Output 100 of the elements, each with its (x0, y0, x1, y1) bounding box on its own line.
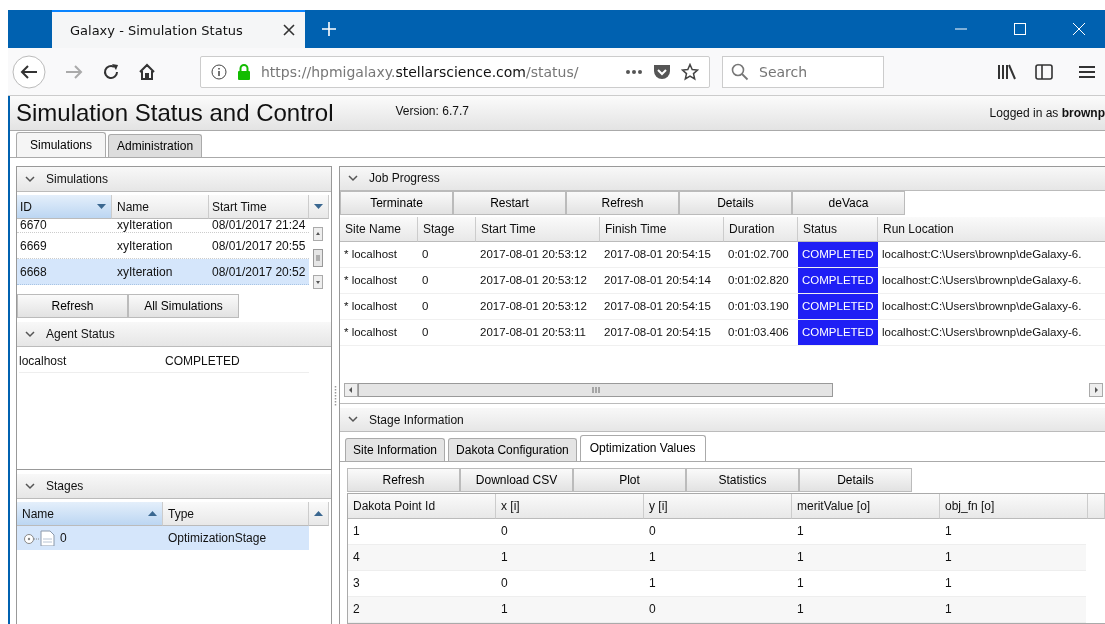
column-header[interactable]: meritValue [o] (792, 494, 940, 519)
column-menu[interactable] (309, 195, 329, 219)
lock-icon (237, 63, 251, 80)
chevron-icon (25, 330, 35, 338)
table-cell-text: xyIteration (116, 264, 174, 279)
sort-descending-icon (97, 204, 106, 209)
back-icon[interactable] (12, 54, 46, 89)
toolbar-button[interactable]: Refresh (17, 294, 128, 318)
column-header[interactable]: Duration (724, 216, 798, 242)
panel-header[interactable]: Simulations (17, 167, 331, 192)
column-header[interactable]: Stage (418, 216, 476, 242)
info-icon[interactable] (211, 63, 227, 80)
scroll-thumb-icon[interactable] (313, 249, 323, 267)
column-header[interactable]: Name (112, 195, 209, 219)
scroll-down-icon[interactable] (313, 275, 323, 289)
tab[interactable]: Optimization Values (579, 435, 706, 461)
more-icon[interactable] (625, 68, 643, 75)
toolbar-button[interactable]: deVaca (792, 190, 905, 215)
table-row[interactable]: 6670 xyIteration 08/01/2017 21:24 (17, 219, 309, 233)
table-cell-text: OptimizationStage (167, 531, 268, 545)
table-cell-text: 3 (352, 576, 361, 591)
column-header (1088, 494, 1105, 519)
toolbar-button[interactable]: Refresh (347, 468, 460, 492)
home-icon[interactable] (138, 62, 156, 81)
column-header[interactable]: Run Location (878, 216, 1105, 242)
column-header[interactable]: ID (17, 195, 112, 219)
panel-header[interactable]: Stages (17, 474, 331, 499)
panel-title: Stages (46, 479, 84, 493)
tab[interactable]: Simulations (16, 132, 107, 157)
tab[interactable]: Dakota Configuration (448, 438, 577, 461)
library-icon[interactable] (997, 63, 1017, 80)
column-header[interactable]: Status (798, 216, 878, 242)
panel-title: Stage Information (369, 412, 464, 427)
table-cell-text: 0:01:03.190 (727, 300, 790, 313)
column-header[interactable]: Site Name (340, 216, 418, 242)
toolbar-button[interactable]: Plot (573, 468, 686, 492)
menu-icon[interactable] (1079, 64, 1095, 79)
column-menu[interactable] (309, 502, 329, 526)
scroll-right-icon[interactable] (1089, 383, 1103, 398)
table-cell-text: 2017-08-01 20:53:12 (479, 274, 588, 287)
table-cell-text: 1 (796, 524, 805, 539)
column-header[interactable]: Start Time (476, 216, 600, 242)
column-header[interactable]: Name (17, 502, 163, 526)
table-cell-text: 6668 (19, 264, 48, 279)
tree-row[interactable]: 0 OptimizationStage (17, 526, 309, 550)
column-header[interactable]: Type (163, 502, 309, 526)
panel-title: Simulations (46, 172, 109, 186)
column-header[interactable]: y [i] (644, 494, 792, 519)
toolbar-button[interactable]: Terminate (340, 190, 453, 215)
new-tab-icon[interactable] (321, 21, 337, 37)
table-cell-text: 0 (648, 602, 657, 617)
splitter-handle-icon[interactable] (334, 385, 337, 406)
scroll-up-icon[interactable] (313, 227, 323, 241)
toolbar-button[interactable]: Restart (453, 190, 566, 215)
star-icon[interactable] (681, 62, 699, 81)
panel-header[interactable]: Job Progress (340, 167, 1105, 191)
column-header[interactable]: Dakota Point Id (348, 494, 496, 519)
table-cell-text: localhost:C:\Users\brownp\deGalaxy-6. (881, 326, 1083, 339)
search-field[interactable]: Search (722, 55, 884, 88)
table-cell-text: 2017-08-01 20:53:12 (479, 248, 588, 261)
table-cell: COMPLETED (798, 241, 878, 267)
reload-icon[interactable] (102, 62, 120, 81)
address-bar[interactable]: https://hpmigalaxy.stellarscience.com/status/ (200, 55, 710, 88)
column-header[interactable]: Finish Time (600, 216, 724, 242)
page-title: Simulation Status and Control (16, 99, 334, 127)
table-cell-text: 2017-08-01 20:54:15 (603, 300, 712, 313)
table-cell-text: 08/01/2017 21:24 (211, 218, 307, 232)
column-header[interactable]: obj_fn [o] (940, 494, 1088, 519)
tab[interactable]: Site Information (345, 438, 446, 461)
panel-header[interactable]: Stage Information (340, 408, 1105, 432)
table-cell-text: 0 (421, 300, 430, 313)
maximize-icon[interactable] (1014, 23, 1026, 35)
toolbar-button[interactable]: All Simulations (128, 294, 239, 318)
chevron-icon (25, 482, 35, 490)
scroll-left-icon[interactable] (344, 383, 358, 398)
agent-status: COMPLETED (165, 353, 240, 368)
table-cell-text: 0 (500, 576, 509, 591)
tab[interactable]: Administration (108, 134, 203, 157)
pocket-icon[interactable] (653, 63, 671, 80)
column-header[interactable]: Start Time (209, 195, 309, 219)
toolbar-button[interactable]: Statistics (686, 468, 799, 492)
table-cell-text: 1 (944, 576, 953, 591)
sidebar-icon[interactable] (1035, 63, 1053, 80)
table-cell-text: * localhost (343, 274, 399, 287)
panel-header[interactable]: Agent Status (17, 322, 331, 347)
table-cell-text: 0:01:03.406 (727, 326, 790, 339)
scroll-thumb-icon[interactable] (358, 383, 833, 398)
table-cell-text: 0 (500, 524, 509, 539)
toolbar-button[interactable]: Refresh (566, 190, 679, 215)
toolbar-button[interactable]: Download CSV (460, 468, 573, 492)
column-header[interactable]: x [i] (496, 494, 644, 519)
toolbar-button[interactable]: Details (799, 468, 912, 492)
toolbar-button[interactable]: Details (679, 190, 792, 215)
table-cell-text: 0 (421, 248, 430, 261)
agent-name: localhost (19, 353, 68, 368)
logged-in-label: Logged in as brownp (989, 106, 1105, 120)
table-cell-text: 0 (421, 326, 430, 339)
table-row[interactable]: 6668 xyIteration 08/01/2017 20:52 (17, 259, 309, 285)
table-cell-text: 2 (352, 602, 361, 617)
close-icon[interactable] (283, 24, 295, 36)
